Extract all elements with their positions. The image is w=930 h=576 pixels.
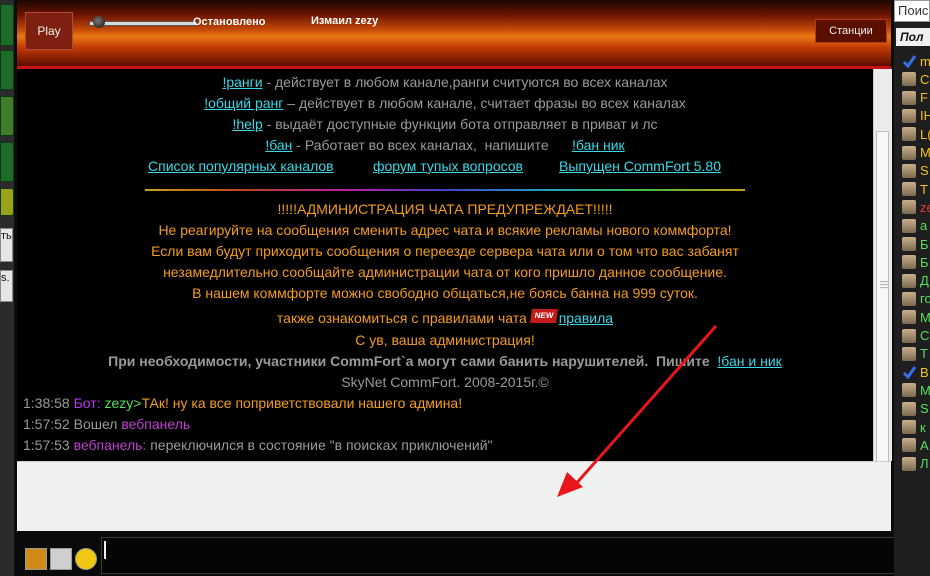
user-nickname: m [920,53,930,69]
user-list-item[interactable]: M [902,144,930,162]
user-nickname: Д [920,273,929,289]
user-icon [902,163,916,178]
user-icon [902,310,916,325]
user-icon [902,346,916,361]
message-input-bar [17,531,930,576]
user-nickname: a [920,218,928,234]
user-nickname: C [920,71,930,87]
user-list-item[interactable]: С [902,327,930,345]
user-list-item[interactable]: ze [902,198,930,216]
user-nickname: Т [920,346,928,362]
user-list-item[interactable]: Т [902,345,930,363]
user-list-item[interactable]: S [902,162,930,180]
edit-icon[interactable] [50,548,72,570]
annotation-arrow-icon [557,325,718,497]
user-icon [902,291,916,306]
user-list-item[interactable]: C [902,70,930,88]
user-icon [902,237,916,251]
user-list-item[interactable]: А [902,436,930,454]
user-nickname: к [920,419,926,435]
user-list-item[interactable]: L( [902,125,930,143]
user-nickname: IH [920,108,930,124]
user-icon [902,182,916,197]
user-nickname: М [920,382,930,398]
user-list-item[interactable]: T [902,180,930,198]
user-icon [902,90,916,105]
user-icon [902,438,916,453]
user-nickname: В [920,364,929,380]
user-icon [902,401,916,416]
user-nickname: S [920,401,929,417]
user-nickname: F [920,90,928,106]
user-nickname: Б [920,236,929,252]
check-icon [902,54,917,69]
user-icon [902,456,916,471]
user-list-item[interactable]: Д [902,272,930,290]
user-nickname: го [920,291,930,307]
user-nickname: С [920,328,930,343]
user-list-item[interactable]: a [902,217,930,235]
text-caret [104,541,106,559]
user-list-item[interactable]: го [902,290,930,308]
image-insert-icon[interactable] [25,548,47,570]
user-nickname: T [920,181,928,197]
user-list-item[interactable]: Л [902,455,930,473]
users-panel: Поиск Пол mCFIHL(MSTzeaББДгоМСТВМSкАЛ [894,0,930,576]
user-list-item[interactable]: S [902,400,930,418]
message-input[interactable] [101,537,921,574]
user-nickname: Б [920,254,929,270]
user-nickname: А [920,437,929,453]
user-icon [902,72,916,87]
user-list-item[interactable]: к [902,418,930,436]
user-icon [902,328,916,343]
user-icon [902,200,916,215]
user-icon [902,383,916,398]
user-nickname: S [920,163,929,179]
user-nickname: Л [920,456,929,472]
user-list-item[interactable]: F [902,89,930,107]
user-icon [902,273,916,288]
user-list-item[interactable]: Б [902,253,930,271]
user-nickname: ze [920,199,930,215]
user-nickname: М [920,309,930,325]
users-list-header[interactable]: Пол [896,28,930,46]
user-list-item[interactable]: IH [902,107,930,125]
user-list-item[interactable]: m [902,52,930,70]
user-icon [902,420,916,434]
smiley-icon[interactable] [75,548,97,570]
user-search-input[interactable]: Поиск [894,0,930,22]
user-nickname: L( [920,126,930,142]
check-icon [902,365,917,380]
user-list-item[interactable]: Б [902,235,930,253]
user-list-item[interactable]: М [902,381,930,399]
user-list-item[interactable]: В [902,363,930,381]
user-nickname: M [920,145,930,160]
user-icon [902,255,916,270]
user-icon [902,127,916,142]
user-icon [902,218,916,233]
user-icon [902,108,916,123]
user-list-item[interactable]: М [902,308,930,326]
user-icon [902,145,916,160]
